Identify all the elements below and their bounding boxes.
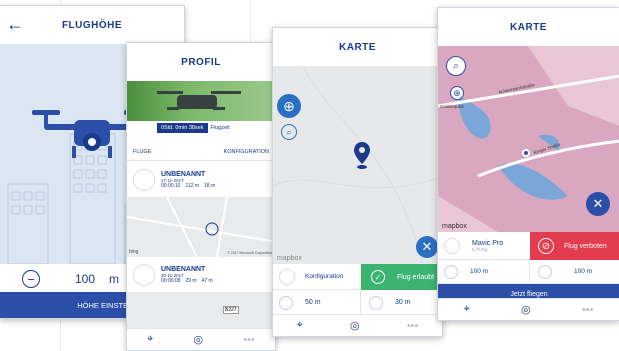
- location-icon[interactable]: ⌖: [147, 333, 153, 346]
- drone-thumb-icon: [133, 263, 155, 286]
- flight-forbidden-status: ⊘ Flug verboten: [530, 232, 619, 260]
- page-title: KARTE: [510, 21, 547, 33]
- flight-map: B227: [127, 292, 275, 330]
- altitude-icon: [444, 264, 458, 279]
- drone-small-icon: [279, 268, 295, 285]
- minus-button[interactable]: −: [22, 270, 40, 288]
- altitude-unit: m: [109, 272, 120, 286]
- flight-time-value: 0Std. 0min 38sek: [157, 123, 208, 133]
- flight-duration: 00:00:10: [161, 182, 181, 189]
- mapbox-logo: mapbox: [442, 223, 467, 230]
- altitude-icon: [279, 295, 293, 310]
- location-icon[interactable]: ⌖: [464, 303, 470, 316]
- drone-thumb-icon: [133, 168, 155, 191]
- map-credit: © 2017 Microsoft Corporation: [227, 251, 273, 255]
- screen-profil: PROFIL 0Std. 0min 38sek Flugzeit FLÜGE K…: [126, 42, 276, 351]
- check-icon: ✓: [371, 270, 385, 284]
- drone-selector[interactable]: Mavic Pro 0,75 Kg: [438, 232, 530, 260]
- radius-setting[interactable]: 30 m: [395, 299, 411, 306]
- flight-duration: 00:00:08: [161, 277, 181, 284]
- flight-height: 112 m: [185, 182, 199, 189]
- flight-distance: 47 m: [201, 277, 213, 284]
- radius-icon: [538, 264, 552, 279]
- flight-forbidden-label: Flug verboten: [564, 242, 607, 250]
- flight-allowed-label: Flug erlaubt: [397, 273, 434, 281]
- flight-map: bing © 2017 Microsoft Corporation: [127, 197, 275, 257]
- tab-fluege[interactable]: FLÜGE: [133, 149, 151, 155]
- search-button[interactable]: ⌕: [446, 56, 466, 76]
- flight-allowed-status: ✓ Flug erlaubt: [361, 264, 442, 290]
- configuration-label: Konfiguration: [305, 273, 344, 280]
- altitude-value: 100: [75, 272, 96, 286]
- flight-time-box: 0Std. 0min 38sek Flugzeit: [157, 123, 233, 133]
- config-panel: Konfiguration ✓ Flug erlaubt 50 m 30 m: [273, 264, 442, 316]
- drone-tab-icon[interactable]: ◎: [521, 303, 531, 316]
- flight-name: UNBENANNT: [161, 170, 206, 178]
- header: ← FLUGHÖHE: [0, 6, 184, 44]
- header: KARTE: [273, 28, 442, 66]
- more-icon[interactable]: •••: [243, 334, 255, 346]
- page-title: FLUGHÖHE: [61, 19, 123, 31]
- location-icon[interactable]: ⌖: [297, 319, 303, 332]
- flight-item[interactable]: UNBENANNT 17-11-2017 00:00:10 112 m 18 m: [127, 162, 275, 197]
- map-pin-icon: [354, 142, 370, 169]
- flight-item[interactable]: UNBENANNT 30-11-2017 00:00:08 29 m 47 m: [127, 257, 275, 292]
- drone-tab-icon[interactable]: ◎: [350, 319, 360, 332]
- user-location-icon: [522, 149, 530, 157]
- drone-panel: Mavic Pro 0,75 Kg ⊘ Flug verboten 100 m …: [438, 232, 619, 304]
- flight-name: UNBENANNT: [161, 265, 206, 273]
- radius-setting[interactable]: 100 m: [574, 268, 592, 275]
- map[interactable]: Achtermannstraße Ringer Straße Grabenpar…: [438, 46, 619, 232]
- profile-tabs: FLÜGE KONFIGURATION: [127, 143, 275, 161]
- drone-tab-icon[interactable]: ◎: [194, 333, 204, 346]
- more-icon[interactable]: •••: [582, 304, 594, 316]
- bottom-nav: ⌖ ◎ •••: [438, 298, 619, 320]
- more-icon[interactable]: •••: [407, 320, 419, 332]
- flight-height: 29 m: [185, 277, 197, 284]
- header: KARTE: [438, 8, 619, 46]
- screen-karte: KARTE ⊕ ⌕ ✕ mapbox Konfiguration ✓ Flug …: [272, 27, 443, 337]
- altitude-setting[interactable]: 100 m: [470, 268, 488, 275]
- header: PROFIL: [127, 43, 275, 81]
- back-arrow-icon[interactable]: ←: [6, 14, 25, 35]
- page-title: KARTE: [339, 41, 376, 53]
- configuration-button[interactable]: Konfiguration: [273, 264, 361, 290]
- street-label: Grabenpark: [440, 104, 464, 109]
- bing-logo: bing: [129, 249, 139, 255]
- close-button[interactable]: ✕: [586, 192, 610, 216]
- drone-small-icon: [444, 237, 460, 254]
- drone-photo: [127, 81, 275, 121]
- bottom-nav: ⌖ ◎ •••: [127, 328, 275, 350]
- mapbox-logo: mapbox: [277, 255, 302, 262]
- close-button[interactable]: ✕: [416, 236, 438, 258]
- altitude-setting[interactable]: 50 m: [305, 299, 321, 306]
- flight-time-label: Flugzeit: [210, 125, 230, 131]
- fly-now-label: Jetzt fliegen: [510, 290, 548, 298]
- locate-button[interactable]: ⊕: [450, 86, 464, 100]
- page-title: PROFIL: [181, 56, 221, 68]
- tab-konfiguration[interactable]: KONFIGURATION: [224, 149, 269, 155]
- forbidden-icon: ⊘: [538, 238, 554, 254]
- bottom-nav: ⌖ ◎ •••: [273, 314, 442, 336]
- flight-distance: 18 m: [204, 182, 216, 189]
- drone-weight: 0,75 Kg: [472, 246, 488, 252]
- search-icon[interactable]: ⌕: [281, 124, 297, 140]
- map[interactable]: ⊕ ⌕ ✕ mapbox: [273, 66, 442, 264]
- drone-name: Mavic Pro: [472, 239, 504, 247]
- screen-karte-restricted: KARTE Achtermannstraße Ringer Straße Gra…: [437, 7, 619, 321]
- radius-icon: [369, 295, 383, 310]
- road-label: B227: [223, 306, 239, 314]
- locate-button[interactable]: ⊕: [277, 94, 301, 118]
